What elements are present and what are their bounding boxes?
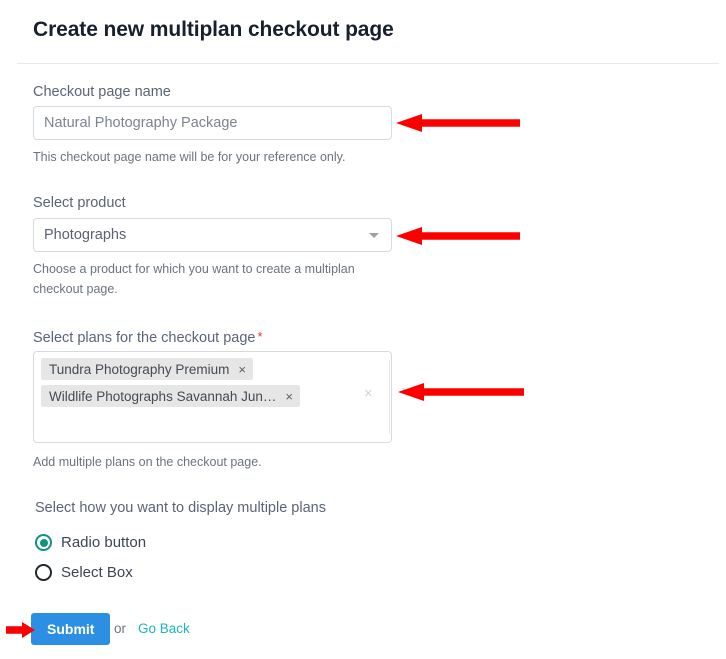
chevron-down-icon[interactable] [400, 383, 415, 398]
checkout-page-name-help: This checkout page name will be for your… [33, 150, 346, 164]
plan-tag-label: Tundra Photography Premium [49, 361, 230, 377]
selected-plan-tags: Tundra Photography Premium × Wildlife Ph… [41, 358, 346, 412]
select-plans-help: Add multiple plans on the checkout page. [33, 455, 262, 469]
select-product-label: Select product [33, 195, 126, 211]
radio-option-label: Select Box [61, 564, 133, 581]
chevron-down-icon [369, 232, 379, 238]
select-plans-label-text: Select plans for the checkout page [33, 330, 256, 346]
arrow-to-checkout-name-input [394, 112, 522, 134]
plan-tag[interactable]: Wildlife Photographs Savannah Jun… × [41, 385, 300, 407]
plan-tag[interactable]: Tundra Photography Premium × [41, 358, 253, 380]
radio-unselected-icon [35, 564, 52, 581]
checkout-page-name-label: Checkout page name [33, 84, 171, 100]
checkout-page-name-input[interactable] [33, 106, 392, 140]
radio-option-radio-button[interactable]: Radio button [35, 534, 146, 551]
display-mode-label: Select how you want to display multiple … [35, 500, 326, 516]
select-plans-label: Select plans for the checkout page * [33, 329, 263, 346]
submit-button[interactable]: Submit [31, 613, 111, 645]
select-product-value: Photographs [44, 227, 127, 243]
header-divider [17, 63, 719, 64]
plan-tag-remove-icon[interactable]: × [285, 390, 293, 403]
plan-tag-remove-icon[interactable]: × [238, 363, 246, 376]
required-asterisk: * [257, 329, 263, 344]
arrow-to-product-select [394, 225, 522, 247]
arrow-to-plans-dropdown [396, 381, 526, 403]
select-product-dropdown[interactable]: Photographs [33, 218, 392, 252]
plan-tag-label: Wildlife Photographs Savannah Jun… [49, 388, 277, 404]
radio-selected-icon [35, 534, 52, 551]
radio-option-select-box[interactable]: Select Box [35, 564, 133, 581]
create-multiplan-checkout-page: Create new multiplan checkout page Check… [0, 0, 726, 659]
clear-all-icon[interactable]: × [364, 385, 373, 402]
multiselect-separator [389, 360, 390, 434]
select-product-help: Choose a product for which you want to c… [33, 262, 355, 296]
radio-option-label: Radio button [61, 534, 147, 551]
page-title: Create new multiplan checkout page [33, 18, 394, 41]
or-label: or [114, 621, 127, 636]
go-back-link[interactable]: Go Back [138, 621, 190, 636]
select-plans-multiselect[interactable]: Tundra Photography Premium × Wildlife Ph… [33, 351, 413, 443]
